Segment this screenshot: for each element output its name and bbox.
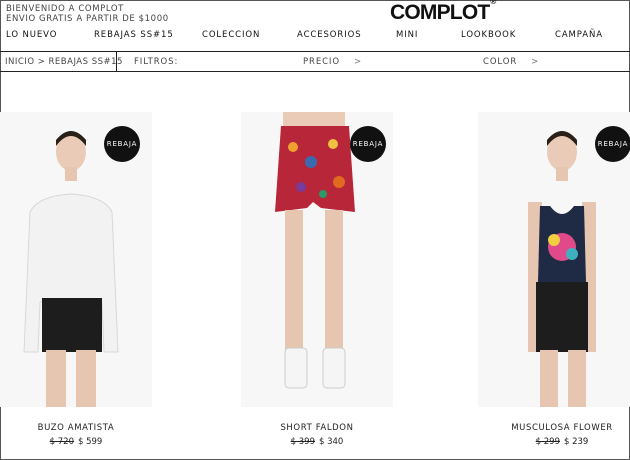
nav-item-lo-nuevo[interactable]: LO NUEVO (6, 30, 57, 40)
filters-label: FILTROS: (134, 57, 179, 67)
chevron-right-icon: > (353, 57, 362, 67)
price-filter-label: PRECIO (303, 57, 340, 67)
shipping-line: ENVIO GRATIS A PARTIR DE $1000 (6, 14, 169, 24)
logo-text: COMPLOT (390, 1, 490, 24)
nav-item-coleccion[interactable]: COLECCION (202, 30, 260, 40)
nav-item-lookbook[interactable]: LOOKBOOK (461, 30, 516, 40)
sale-price: $ 239 (564, 437, 589, 447)
color-filter-label: COLOR (483, 57, 518, 67)
divider (116, 52, 117, 71)
original-price: $ 399 (290, 437, 315, 447)
chevron-right-icon: > (531, 57, 540, 67)
welcome-line: BIENVENIDO A COMPLOT (6, 4, 124, 14)
product-price: $ 720 $ 599 (0, 437, 152, 447)
sale-badge: REBAJA (595, 126, 630, 162)
product-name[interactable]: MUSCULOSA FLOWER (486, 423, 630, 433)
price-filter[interactable]: PRECIO > (303, 57, 362, 67)
main-nav: LO NUEVO REBAJAS SS#15 COLECCION ACCESOR… (0, 30, 630, 44)
breadcrumb[interactable]: INICIO > REBAJAS SS#15 (5, 57, 123, 67)
nav-item-campana[interactable]: CAMPAÑA (555, 30, 603, 40)
sale-badge: REBAJA (350, 126, 386, 162)
filter-bar: INICIO > REBAJAS SS#15 FILTROS: PRECIO > … (0, 51, 630, 72)
registered-mark: ® (490, 0, 496, 6)
brand-logo[interactable]: COMPLOT® (390, 0, 496, 25)
product-price: $ 399 $ 340 (241, 437, 393, 447)
color-filter[interactable]: COLOR > (483, 57, 539, 67)
sale-badge: REBAJA (104, 126, 140, 162)
nav-item-accesorios[interactable]: ACCESORIOS (297, 30, 362, 40)
sale-price: $ 340 (319, 437, 344, 447)
welcome-message: BIENVENIDO A COMPLOT ENVIO GRATIS A PART… (6, 4, 169, 24)
original-price: $ 720 (49, 437, 74, 447)
sale-price: $ 599 (78, 437, 103, 447)
nav-item-rebajas[interactable]: REBAJAS SS#15 (94, 30, 174, 40)
original-price: $ 299 (535, 437, 560, 447)
product-name[interactable]: BUZO AMATISTA (0, 423, 152, 433)
product-price: $ 299 $ 239 (486, 437, 630, 447)
nav-item-mini[interactable]: MINI (396, 30, 418, 40)
product-name[interactable]: SHORT FALDON (241, 423, 393, 433)
